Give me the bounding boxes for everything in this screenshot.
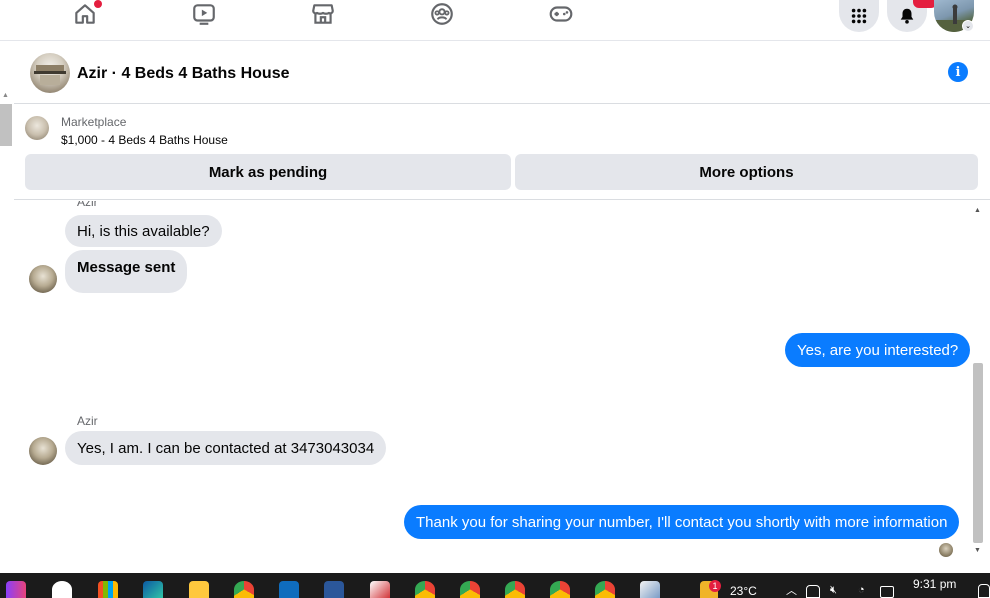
store-icon[interactable]	[98, 581, 118, 598]
conversation-avatar[interactable]	[30, 53, 70, 93]
video-icon	[193, 4, 215, 25]
mark-as-pending-button[interactable]: Mark as pending	[25, 154, 511, 190]
grid-menu-icon	[851, 8, 867, 24]
clock-time[interactable]: 9:31 pm	[913, 577, 956, 591]
chevron-up-icon[interactable]: ︿	[786, 582, 797, 598]
scroll-down-arrow-icon[interactable]: ▼	[974, 547, 981, 554]
edge-icon[interactable]	[143, 581, 163, 598]
top-navigation: ⌄	[0, 0, 990, 41]
conversation-title[interactable]: Azir · 4 Beds 4 Baths House	[77, 65, 290, 83]
nav-home[interactable]	[70, 0, 102, 28]
house-photo-icon	[34, 65, 66, 85]
marketplace-listing: Marketplace $1,000 - 4 Beds 4 Baths Hous…	[14, 104, 990, 200]
home-notification-dot	[94, 0, 102, 8]
page-scroll-thumb[interactable]	[0, 104, 12, 146]
nav-groups[interactable]	[427, 0, 457, 28]
nav-marketplace[interactable]	[308, 0, 338, 28]
paint-icon[interactable]	[640, 581, 660, 598]
seen-receipt-avatar	[939, 543, 953, 557]
listing-thumbnail[interactable]	[25, 116, 49, 140]
account-chevron-down-icon[interactable]: ⌄	[962, 20, 974, 32]
document-icon[interactable]	[324, 581, 344, 598]
info-icon[interactable]: i	[948, 62, 968, 82]
incoming-message-sent-notice[interactable]: Message sent	[65, 250, 188, 293]
message-thread[interactable]: Azir Hi, is this available? Message sent…	[14, 201, 970, 573]
gamepad-icon	[549, 6, 573, 22]
sender-avatar[interactable]	[29, 437, 57, 465]
scroll-up-arrow-icon[interactable]: ▲	[974, 207, 981, 214]
speaker-muted-icon[interactable]: 🔇︎	[830, 584, 837, 597]
scroll-up-arrow-icon[interactable]: ▲	[2, 92, 9, 99]
nav-watch[interactable]	[189, 0, 219, 28]
nav-gaming[interactable]	[546, 0, 576, 28]
outlook-icon[interactable]	[279, 581, 299, 598]
menu-button[interactable]	[839, 0, 879, 32]
chrome-icon[interactable]	[460, 581, 480, 598]
conversation-header: Azir · 4 Beds 4 Baths House i	[14, 41, 990, 104]
chrome-icon[interactable]	[550, 581, 570, 598]
outgoing-message[interactable]: Yes, are you interested?	[785, 333, 970, 367]
groups-icon	[431, 3, 453, 25]
incoming-message[interactable]: Yes, I am. I can be contacted at 3473043…	[65, 431, 387, 465]
incoming-message[interactable]: Hi, is this available?	[65, 215, 222, 247]
chrome-icon[interactable]	[234, 581, 254, 598]
tray-app-icon[interactable]	[806, 585, 820, 598]
thread-scroll-thumb[interactable]	[973, 363, 983, 543]
notification-center-icon[interactable]	[978, 584, 990, 598]
copilot-icon[interactable]	[6, 581, 26, 598]
sender-name: Azir	[77, 201, 98, 209]
wifi-icon[interactable]: ◔	[858, 584, 865, 596]
marketplace-label: Marketplace	[61, 115, 127, 129]
bell-icon	[900, 8, 914, 24]
store-icon	[312, 4, 334, 24]
chrome-icon[interactable]	[415, 581, 435, 598]
messenger-page: ⌄ ▲ Azir · 4 Beds 4 Baths House i Market…	[0, 0, 990, 598]
listing-title[interactable]: $1,000 - 4 Beds 4 Baths House	[61, 133, 228, 147]
sender-avatar[interactable]	[29, 265, 57, 293]
page-scrollbar[interactable]: ▲	[0, 88, 12, 148]
temperature[interactable]: 23°C	[730, 584, 757, 598]
app-icon[interactable]	[370, 581, 390, 598]
file-explorer-icon[interactable]	[189, 581, 209, 598]
thread-scrollbar[interactable]: ▲ ▼	[970, 201, 984, 561]
sender-name: Azir	[77, 414, 98, 428]
battery-icon[interactable]	[880, 586, 894, 598]
outgoing-message[interactable]: Thank you for sharing your number, I'll …	[404, 505, 960, 539]
media-player-icon[interactable]	[52, 581, 72, 598]
chrome-icon[interactable]	[595, 581, 615, 598]
weather-badge: 1	[709, 580, 721, 592]
windows-taskbar: 1 23°C ︿ 🔇︎ ◔ 9:31 pm	[0, 573, 990, 598]
chrome-icon[interactable]	[505, 581, 525, 598]
more-options-button[interactable]: More options	[515, 154, 978, 190]
